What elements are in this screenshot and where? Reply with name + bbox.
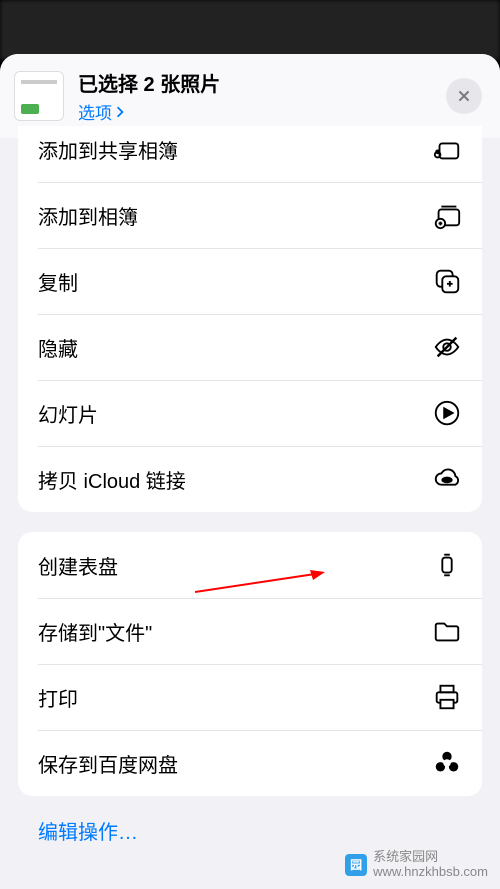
hide-icon bbox=[432, 332, 462, 362]
add-album-row[interactable]: 添加到相簿 bbox=[18, 182, 482, 248]
row-label: 存储到"文件" bbox=[38, 617, 152, 646]
icloud-link-row[interactable]: 拷贝 iCloud 链接 bbox=[18, 446, 482, 512]
action-group-2: 创建表盘 存储到"文件" 打印 保存到百度网盘 bbox=[18, 532, 482, 796]
watermark-logo: 园 bbox=[345, 854, 367, 876]
share-sheet: 已选择 2 张照片 选项 添加到共享相簿 添加到相簿 bbox=[0, 54, 500, 889]
baidu-row[interactable]: 保存到百度网盘 bbox=[18, 730, 482, 796]
print-row[interactable]: 打印 bbox=[18, 664, 482, 730]
baidu-icon bbox=[432, 748, 462, 778]
icloud-link-icon bbox=[432, 464, 462, 494]
add-shared-album-row[interactable]: 添加到共享相簿 bbox=[18, 126, 482, 182]
shared-album-icon bbox=[432, 134, 462, 164]
play-icon bbox=[432, 398, 462, 428]
selection-title: 已选择 2 张照片 bbox=[78, 68, 446, 97]
row-label: 复制 bbox=[38, 267, 78, 296]
print-icon bbox=[432, 682, 462, 712]
watermark: 园 系统家园网 www.hnzkhbsb.com bbox=[345, 850, 488, 879]
album-icon bbox=[432, 200, 462, 230]
folder-icon bbox=[432, 616, 462, 646]
row-label: 打印 bbox=[38, 683, 78, 712]
row-label: 拷贝 iCloud 链接 bbox=[38, 465, 186, 494]
options-button[interactable]: 选项 bbox=[78, 99, 446, 124]
save-to-files-row[interactable]: 存储到"文件" bbox=[18, 598, 482, 664]
slideshow-row[interactable]: 幻灯片 bbox=[18, 380, 482, 446]
watermark-name: 系统家园网 bbox=[373, 850, 488, 864]
watch-face-row[interactable]: 创建表盘 bbox=[18, 532, 482, 598]
copy-icon bbox=[432, 266, 462, 296]
watermark-url: www.hnzkhbsb.com bbox=[373, 865, 488, 879]
row-label: 创建表盘 bbox=[38, 551, 118, 580]
row-label: 隐藏 bbox=[38, 333, 78, 362]
action-group-1: 添加到共享相簿 添加到相簿 复制 隐藏 bbox=[18, 126, 482, 512]
photo-thumbnail bbox=[14, 71, 64, 121]
close-button[interactable] bbox=[446, 78, 482, 114]
copy-row[interactable]: 复制 bbox=[18, 248, 482, 314]
watch-icon bbox=[432, 550, 462, 580]
row-label: 幻灯片 bbox=[38, 399, 98, 428]
row-label: 添加到相簿 bbox=[38, 201, 138, 230]
hide-row[interactable]: 隐藏 bbox=[18, 314, 482, 380]
row-label: 添加到共享相簿 bbox=[38, 135, 178, 164]
row-label: 保存到百度网盘 bbox=[38, 749, 178, 778]
